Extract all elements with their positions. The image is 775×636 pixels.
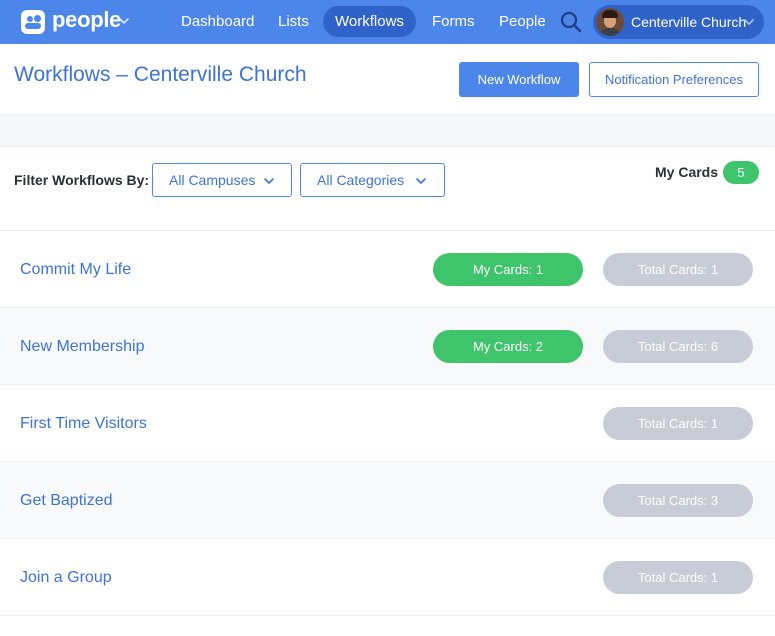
nav-dashboard[interactable]: Dashboard (169, 6, 266, 37)
my-cards-label[interactable]: My Cards (655, 164, 718, 180)
workflow-name-link[interactable]: First Time Visitors (20, 385, 147, 462)
account-name: Centerville Church (631, 14, 747, 30)
workflow-row: Commit My Life My Cards: 1 Total Cards: … (0, 231, 775, 308)
total-cards-pill[interactable]: Total Cards: 6 (603, 330, 753, 363)
total-cards-pill[interactable]: Total Cards: 1 (603, 561, 753, 594)
nav-workflows[interactable]: Workflows (323, 6, 416, 37)
app-name[interactable]: people (52, 7, 121, 33)
nav-forms[interactable]: Forms (420, 6, 487, 37)
filter-label: Filter Workflows By: (14, 172, 150, 188)
workflow-name-link[interactable]: Join a Group (20, 539, 112, 616)
category-select-value: All Categories (317, 172, 405, 188)
section-divider (0, 114, 775, 147)
workflow-row: Get Baptized Total Cards: 3 (0, 462, 775, 539)
workflow-list: Commit My Life My Cards: 1 Total Cards: … (0, 230, 775, 616)
my-cards-count-badge[interactable]: 5 (723, 161, 759, 184)
my-cards-pill[interactable]: My Cards: 1 (433, 253, 583, 286)
total-cards-pill[interactable]: Total Cards: 3 (603, 484, 753, 517)
avatar (596, 8, 624, 36)
nav-people[interactable]: People (487, 6, 558, 37)
workflow-name-link[interactable]: Get Baptized (20, 462, 113, 539)
people-logo-icon[interactable] (21, 10, 45, 34)
category-select[interactable]: All Categories (300, 163, 445, 197)
workflow-row: Join a Group Total Cards: 1 (0, 539, 775, 616)
notification-preferences-button[interactable]: Notification Preferences (589, 62, 759, 97)
top-nav: people Dashboard Lists Workflows Forms P… (0, 0, 775, 44)
chevron-down-icon (264, 178, 274, 184)
workflow-name-link[interactable]: Commit My Life (20, 231, 131, 308)
campus-select[interactable]: All Campuses (152, 163, 292, 197)
account-menu[interactable]: Centerville Church (593, 5, 764, 39)
my-cards-pill[interactable]: My Cards: 2 (433, 330, 583, 363)
chevron-down-icon (744, 19, 754, 25)
nav-lists[interactable]: Lists (266, 6, 321, 37)
chevron-down-icon (416, 178, 426, 184)
workflow-row: First Time Visitors Total Cards: 1 (0, 385, 775, 462)
workflow-row: New Membership My Cards: 2 Total Cards: … (0, 308, 775, 385)
workflow-name-link[interactable]: New Membership (20, 308, 144, 385)
new-workflow-button[interactable]: New Workflow (459, 62, 579, 97)
page-title: Workflows – Centerville Church (14, 63, 307, 86)
total-cards-pill[interactable]: Total Cards: 1 (603, 407, 753, 440)
total-cards-pill[interactable]: Total Cards: 1 (603, 253, 753, 286)
search-icon[interactable] (559, 10, 583, 34)
campus-select-value: All Campuses (169, 172, 256, 188)
chevron-down-icon[interactable] (117, 14, 131, 28)
